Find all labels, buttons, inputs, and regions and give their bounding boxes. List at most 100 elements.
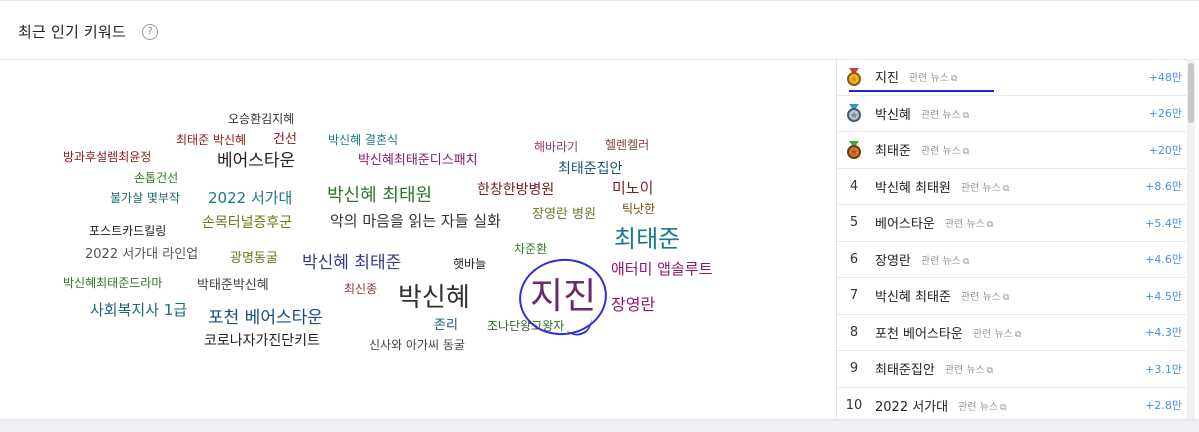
cloud-word[interactable]: 햇바늘 <box>453 258 486 270</box>
hand-drawn-underline <box>849 90 994 92</box>
ranking-keyword[interactable]: 장영란 <box>875 250 911 269</box>
external-link-icon: ⧉ <box>950 74 958 85</box>
related-news-link[interactable]: 관련 뉴스 ⧉ <box>921 106 969 121</box>
rank-number: 9 <box>849 361 859 377</box>
external-link-icon: ⧉ <box>986 366 994 377</box>
help-icon[interactable]: ? <box>142 24 158 40</box>
ranking-delta: +3.1만 <box>1145 362 1182 376</box>
cloud-word[interactable]: 건선 <box>273 133 297 146</box>
external-link-icon: ⧉ <box>1002 293 1010 304</box>
cloud-word[interactable]: 틱낫한 <box>622 203 655 215</box>
external-link-icon: ⧉ <box>986 220 994 231</box>
gold-medal-icon <box>844 67 864 87</box>
word-cloud: 오승환김지혜 최태준 박신혜 건선 박신혜 결혼식 해바라기 헬렌켈러 방과후설… <box>0 59 830 419</box>
cloud-word[interactable]: 애터미 앱솔루트 <box>611 262 712 277</box>
cloud-word[interactable]: 손톱건선 <box>134 172 178 184</box>
ranking-keyword[interactable]: 최태준집안 <box>875 359 935 378</box>
cloud-word[interactable]: 박신혜 결혼식 <box>328 134 398 146</box>
ranking-row[interactable]: 6 장영란 관련 뉴스 ⧉ +4.6만 <box>837 242 1186 278</box>
cloud-word[interactable]: 헬렌켈러 <box>605 139 649 151</box>
cloud-word[interactable]: 해바라기 <box>534 141 578 153</box>
cloud-word[interactable]: 신사와 아가씨 동굴 <box>369 339 465 351</box>
cloud-word[interactable]: 포천 베어스타운 <box>208 310 323 327</box>
cloud-word[interactable]: 불가살 몇부작 <box>110 192 180 204</box>
related-news-link[interactable]: 관련 뉴스 ⧉ <box>909 69 957 84</box>
ranking-keyword[interactable]: 2022 서가대 <box>875 396 948 415</box>
cloud-word[interactable]: 미노이 <box>612 181 653 196</box>
cloud-word[interactable]: 광명동굴 <box>230 252 278 265</box>
bronze-medal-icon <box>844 140 864 160</box>
rank-number: 6 <box>849 251 859 267</box>
cloud-word[interactable]: 사회복지사 1급 <box>90 303 187 318</box>
related-news-link[interactable]: 관련 뉴스 ⧉ <box>921 142 969 157</box>
cloud-word[interactable]: 2022 서가대 라인업 <box>85 248 198 261</box>
cloud-word[interactable]: 박신혜 최태준 <box>302 255 401 272</box>
keyword-panel: 최근 인기 키워드 ? 오승환김지혜 최태준 박신혜 건선 박신혜 결혼식 해바… <box>0 0 1199 419</box>
rank-number: 10 <box>845 397 863 413</box>
external-link-icon: ⧉ <box>1014 329 1022 340</box>
ranking-row[interactable]: 7 박신혜 최태준 관련 뉴스 ⧉ +4.5만 <box>837 278 1186 315</box>
cloud-word[interactable]: 2022 서가대 <box>208 191 292 206</box>
ranking-delta: +48만 <box>1148 70 1182 84</box>
ranking-delta: +8.6만 <box>1145 180 1182 194</box>
cloud-word[interactable]: 장영란 <box>611 297 655 313</box>
external-link-icon: ⧉ <box>962 110 970 121</box>
rank-number: 8 <box>849 324 859 340</box>
ranking-keyword[interactable]: 박신혜 <box>875 104 911 123</box>
ranking-row[interactable]: 박신혜 관련 뉴스 ⧉ +26만 <box>837 96 1186 132</box>
cloud-word[interactable]: 베어스타운 <box>217 153 295 170</box>
external-link-icon: ⧉ <box>1000 402 1007 413</box>
cloud-word[interactable]: 박신혜최태준드라마 <box>63 277 162 289</box>
panel-header: 최근 인기 키워드 ? <box>0 1 1199 60</box>
ranking-list: 지진 관련 뉴스 ⧉ +48만 박신혜 관련 뉴스 ⧉ +26만 최태준 관련 뉴스… <box>836 59 1186 419</box>
cloud-word[interactable]: 방과후설렘최윤정 <box>63 151 151 163</box>
related-news-link[interactable]: 관련 뉴스 ⧉ <box>945 215 993 230</box>
external-link-icon: ⧉ <box>962 147 970 158</box>
ranking-row[interactable]: 9 최태준집안 관련 뉴스 ⧉ +3.1만 <box>837 351 1186 388</box>
related-news-link[interactable]: 관련 뉴스 ⧉ <box>945 361 993 376</box>
cloud-word[interactable]: 한창한방병원 <box>477 183 554 197</box>
ranking-keyword[interactable]: 박신혜 최태원 <box>875 177 951 196</box>
ranking-row[interactable]: 4 박신혜 최태원 관련 뉴스 ⧉ +8.6만 <box>837 169 1186 205</box>
ranking-keyword[interactable]: 지진 <box>875 67 899 86</box>
silver-medal-icon <box>844 103 864 123</box>
ranking-row[interactable]: 10 2022 서가대 관련 뉴스 ⧉ +2.8만 <box>837 388 1186 420</box>
cloud-word[interactable]: 오승환김지혜 <box>228 113 294 125</box>
cloud-word[interactable]: 최태준 <box>614 227 680 251</box>
ranking-delta: +26만 <box>1148 107 1182 121</box>
related-news-link[interactable]: 관련 뉴스 ⧉ <box>961 288 1009 303</box>
related-news-link[interactable]: 관련 뉴스 ⧉ <box>961 179 1009 194</box>
ranking-keyword[interactable]: 포천 베어스타운 <box>875 323 963 342</box>
ranking-delta: +4.5만 <box>1145 289 1182 303</box>
cloud-word[interactable]: 박신혜최태준디스패치 <box>358 154 478 167</box>
related-news-link[interactable]: 관련 뉴스 ⧉ <box>921 252 969 267</box>
cloud-word[interactable]: 박태준박신혜 <box>197 279 269 292</box>
cloud-word[interactable]: 최신종 <box>344 283 377 295</box>
ranking-row[interactable]: 최태준 관련 뉴스 ⧉ +20만 <box>837 132 1186 169</box>
cloud-word[interactable]: 코로나자가진단키트 <box>204 334 320 348</box>
ranking-row[interactable]: 5 베어스타운 관련 뉴스 ⧉ +5.4만 <box>837 205 1186 242</box>
ranking-row[interactable]: 지진 관련 뉴스 ⧉ +48만 <box>837 59 1186 96</box>
ranking-delta: +4.6만 <box>1145 253 1182 267</box>
cloud-word[interactable]: 악의 마음을 읽는 자들 실화 <box>330 214 501 229</box>
external-link-icon: ⧉ <box>1002 183 1010 194</box>
related-news-link[interactable]: 관련 뉴스 ⧉ <box>973 325 1021 340</box>
cloud-word[interactable]: 박신혜 <box>398 285 470 311</box>
cloud-word[interactable]: 최태준 박신혜 <box>176 134 246 146</box>
cloud-word[interactable]: 존리 <box>434 319 458 332</box>
cloud-word[interactable]: 포스트카드킬링 <box>89 225 166 237</box>
ranking-keyword[interactable]: 최태준 <box>875 140 911 159</box>
ranking-keyword[interactable]: 박신혜 최태준 <box>875 286 951 305</box>
scrollbar-thumb[interactable] <box>1188 63 1194 123</box>
cloud-word[interactable]: 차준환 <box>514 243 547 255</box>
cloud-word[interactable]: 최태준집안 <box>558 162 622 176</box>
ranking-keyword[interactable]: 베어스타운 <box>875 213 935 232</box>
related-news-link[interactable]: 관련 뉴스 ⧉ <box>958 398 1006 413</box>
panel-title: 최근 인기 키워드 <box>18 23 126 41</box>
cloud-word[interactable]: 손목터널증후군 <box>202 216 292 230</box>
ranking-row[interactable]: 8 포천 베어스타운 관련 뉴스 ⧉ +4.3만 <box>837 315 1186 351</box>
ranking-scrollbar[interactable] <box>1187 59 1195 419</box>
rank-number: 7 <box>849 288 859 304</box>
cloud-word[interactable]: 장영란 병원 <box>532 208 596 221</box>
cloud-word[interactable]: 박신혜 최태원 <box>327 187 432 205</box>
